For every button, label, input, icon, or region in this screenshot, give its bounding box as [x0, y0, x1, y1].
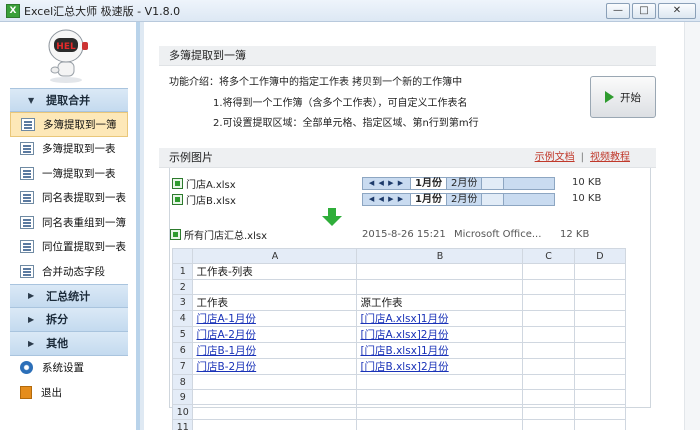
play-icon — [605, 91, 614, 103]
minimize-button[interactable]: — — [606, 3, 630, 19]
logo-text: HEL — [56, 42, 76, 52]
workbook-icon — [20, 142, 34, 156]
corner-cell — [171, 248, 194, 264]
sheet-tab: 1月份 — [411, 194, 447, 205]
sheet-tab: 2月份 — [447, 194, 483, 205]
robot-logo: HEL — [0, 24, 130, 84]
example-doc-link[interactable]: 示例文档 — [535, 152, 575, 163]
vertical-scrollbar[interactable] — [684, 22, 700, 430]
sheet-link[interactable]: 门店B-1月份 — [192, 342, 358, 359]
workbook-icon — [20, 191, 34, 205]
sheet-link[interactable]: 门店A-1月份 — [192, 310, 358, 327]
start-button[interactable]: 开始 — [590, 76, 656, 118]
expand-arrow-icon: ▶ — [28, 338, 35, 348]
section-summary-stats[interactable]: ▶ 汇总统计 — [10, 283, 128, 308]
main-content: 多簿提取到一簿 功能介绍：将多个工作簿中的指定工作表 拷贝到一个新的工作簿中 1… — [159, 46, 656, 430]
column-header: D — [573, 248, 627, 264]
table-row: 3 工作表 源工作表 — [171, 294, 627, 311]
source-sheet-link[interactable]: [门店B.xlsx]1月份 — [356, 342, 524, 359]
example-image: 门店A.xlsx ◀ ◀ ▶ ▶ 1月份 2月份 10 KB 门店B.xlsx … — [169, 168, 651, 430]
workbook-icon — [20, 215, 34, 229]
source-sheet-link[interactable]: [门店B.xlsx]2月份 — [356, 358, 524, 375]
section-extract-merge[interactable]: ▼ 提取合并 — [10, 88, 128, 112]
excel-file-icon — [172, 194, 183, 205]
column-header: A — [192, 248, 358, 264]
maximize-button[interactable]: □ — [632, 3, 656, 19]
main-panel: 多簿提取到一簿 功能介绍：将多个工作簿中的指定工作表 拷贝到一个新的工作簿中 1… — [144, 22, 700, 430]
column-header: C — [522, 248, 575, 264]
table-row: 8 — [171, 374, 627, 390]
title-bar: X Excel汇总大师 极速版 - V1.8.0 — □ ✕ — [0, 0, 700, 22]
expand-arrow-icon: ▶ — [28, 291, 35, 300]
example-links: 示例文档 | 视频教程 — [535, 148, 630, 168]
menu-item-settings[interactable]: 系统设置 — [10, 356, 128, 381]
tab-nav-arrows: ◀ ◀ ▶ ▶ — [363, 194, 411, 205]
description-point-1: 1.将得到一个工作簿（含多个工作表），可自定义工作表名 — [213, 98, 468, 109]
video-tutorial-link[interactable]: 视频教程 — [590, 152, 630, 163]
window-controls: — □ ✕ — [606, 3, 696, 19]
collapse-arrow-icon: ▼ — [28, 95, 35, 105]
workbook-icon — [20, 166, 34, 180]
menu-item-merge-dynamic-fields[interactable]: 合并动态字段 — [10, 259, 128, 284]
file-size: 10 KB — [572, 177, 602, 188]
tab-bar-fill — [504, 178, 555, 189]
menu-item-multi-book-to-book[interactable]: 多簿提取到一簿 — [10, 112, 128, 137]
example-title: 示例图片 — [169, 151, 213, 164]
sheet-link[interactable]: 门店B-2月份 — [192, 358, 358, 375]
source-sheet-link[interactable]: [门店A.xlsx]2月份 — [356, 326, 524, 343]
sheet-link[interactable]: 门店A-2月份 — [192, 326, 358, 343]
link-separator: | — [580, 152, 584, 163]
tab-nav-arrows: ◀ ◀ ▶ ▶ — [363, 178, 411, 189]
function-description: 功能介绍：将多个工作簿中的指定工作表 拷贝到一个新的工作簿中 1.将得到一个工作… — [159, 66, 656, 148]
description-point-2: 2.可设置提取区域：全部单元格、指定区域、第n行到第m行 — [213, 118, 479, 129]
new-sheet-icon — [482, 194, 505, 205]
table-row: 5 门店A-2月份 [门店A.xlsx]2月份 — [171, 326, 627, 343]
menu-item-multi-book-to-sheet[interactable]: 多簿提取到一表 — [10, 137, 128, 162]
exit-icon — [20, 385, 32, 399]
table-row: 4 门店A-1月份 [门店A.xlsx]1月份 — [171, 310, 627, 327]
sheet-tab: 2月份 — [447, 178, 483, 189]
panel-title: 多簿提取到一簿 — [159, 46, 656, 66]
example-header: 示例图片 示例文档 | 视频教程 — [159, 148, 656, 168]
workbook-icon — [21, 117, 35, 131]
file-size: 10 KB — [572, 193, 602, 204]
spreadsheet-grid: A B C D 1 工作表-列表 2 3 工作表 源工作表 4 门店A-1月份 … — [171, 248, 627, 430]
table-row: 7 门店B-2月份 [门店B.xlsx]2月份 — [171, 358, 627, 375]
menu-item-exit[interactable]: 退出 — [10, 380, 128, 405]
source-sheet-link[interactable]: [门店A.xlsx]1月份 — [356, 310, 524, 327]
table-row: 10 — [171, 404, 627, 420]
new-sheet-icon — [482, 178, 505, 189]
down-arrow-icon — [322, 208, 342, 226]
menu-item-same-name-to-book[interactable]: 同名表重组到一簿 — [10, 210, 128, 235]
expand-arrow-icon: ▶ — [28, 314, 35, 324]
section-other[interactable]: ▶ 其他 — [10, 331, 128, 356]
table-row: 9 — [171, 389, 627, 405]
sheet-tab-bar: ◀ ◀ ▶ ▶ 1月份 2月份 — [362, 193, 556, 206]
sidebar: HEL ▼ 提取合并 多簿提取到一簿 多簿提取到一表 一簿提取到一表 同名表提取… — [0, 22, 140, 430]
sheet-tab: 1月份 — [411, 178, 447, 189]
fields-icon — [20, 264, 34, 278]
description-intro: 功能介绍：将多个工作簿中的指定工作表 拷贝到一个新的工作簿中 — [169, 77, 463, 88]
settings-gear-icon — [20, 361, 33, 375]
excel-file-icon — [170, 228, 181, 240]
excel-app-icon: X — [6, 3, 20, 18]
table-row: 11 — [171, 419, 627, 430]
menu-item-one-book-to-sheet[interactable]: 一簿提取到一表 — [10, 161, 128, 186]
table-row: 6 门店B-1月份 [门店B.xlsx]1月份 — [171, 342, 627, 359]
merged-file-row: 所有门店汇总.xlsx 2015-8-26 15:21 Microsoft Of… — [170, 226, 640, 242]
table-row: 1 工作表-列表 — [171, 263, 627, 280]
column-header: B — [356, 248, 524, 264]
table-row: 2 — [171, 279, 627, 295]
workbook-icon — [20, 240, 34, 254]
section-split[interactable]: ▶ 拆分 — [10, 307, 128, 332]
menu-item-same-name-to-sheet[interactable]: 同名表提取到一表 — [10, 186, 128, 211]
excel-file-icon — [172, 178, 183, 189]
menu-item-same-position-to-sheet[interactable]: 同位置提取到一表 — [10, 235, 128, 260]
sheet-tab-bar: ◀ ◀ ▶ ▶ 1月份 2月份 — [362, 177, 556, 190]
window-title: Excel汇总大师 极速版 - V1.8.0 — [24, 4, 181, 18]
tab-bar-fill — [504, 194, 555, 205]
close-button[interactable]: ✕ — [658, 3, 696, 19]
